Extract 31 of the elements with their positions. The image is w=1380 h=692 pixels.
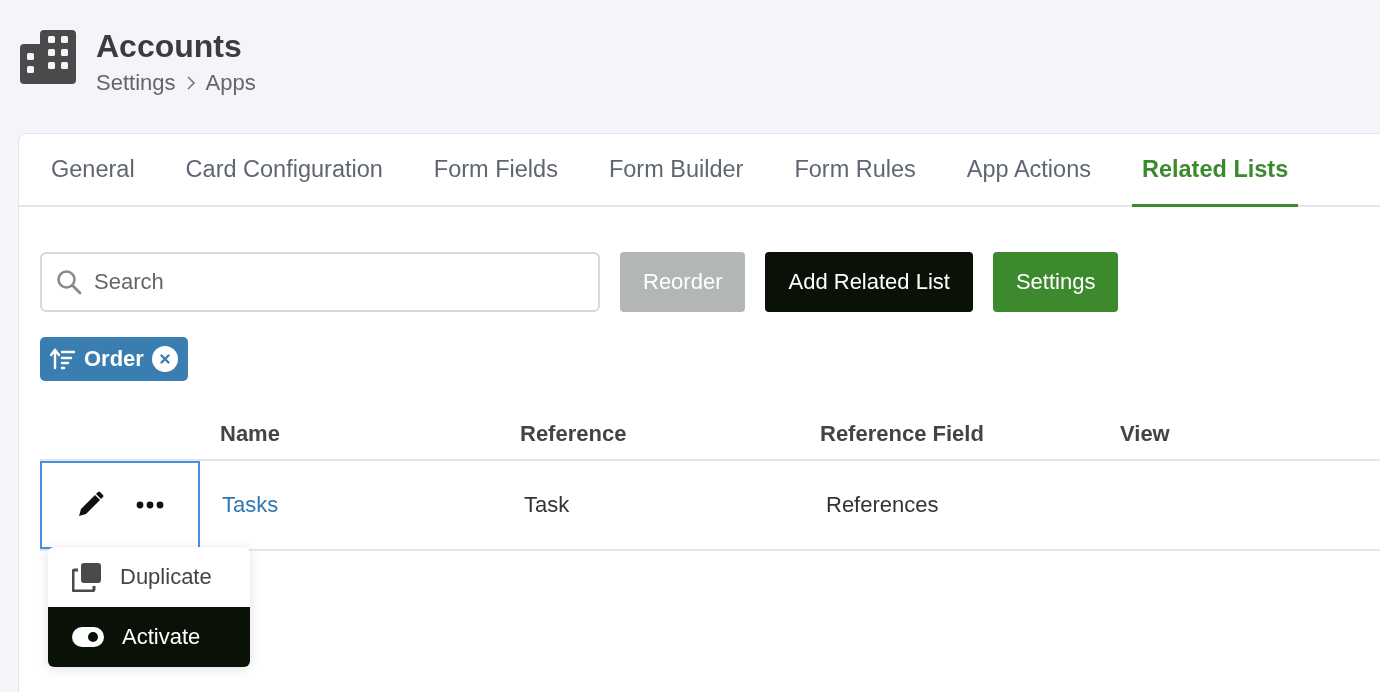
tab[interactable]: Form Builder — [598, 134, 754, 207]
column-header: Reference — [520, 421, 628, 447]
close-icon[interactable] — [151, 346, 178, 372]
menu-item[interactable]: Activate — [48, 607, 250, 667]
tab[interactable]: Form Fields — [423, 134, 568, 207]
table-cell-link[interactable]: Tasks — [220, 492, 522, 518]
sort-filter-chip[interactable]: Order — [40, 337, 188, 381]
toolbar-button[interactable]: Settings — [992, 252, 1119, 312]
toggle-icon — [72, 627, 104, 647]
search-field[interactable]: Search — [40, 252, 600, 312]
pencil-icon[interactable] — [76, 491, 104, 519]
chevron-right-icon — [185, 75, 196, 91]
building-icon — [20, 28, 76, 84]
column-header: View — [1120, 421, 1171, 447]
sort-icon — [50, 348, 76, 370]
tab[interactable]: Form Rules — [784, 134, 926, 207]
tab[interactable]: App Actions — [956, 134, 1101, 207]
tab[interactable]: General — [41, 134, 145, 207]
duplicate-icon — [72, 562, 102, 592]
page-title: Accounts — [96, 27, 243, 66]
menu-item[interactable]: Duplicate — [48, 547, 250, 607]
tab[interactable]: Related Lists — [1131, 134, 1299, 207]
column-header: Name — [220, 421, 281, 447]
table-cell-text: Task — [523, 492, 571, 518]
tab[interactable]: Card Configuration — [175, 134, 393, 207]
toolbar-button[interactable]: Add Related List — [765, 252, 973, 312]
column-header: Reference Field — [820, 421, 985, 447]
table-cell-text: References — [825, 492, 940, 518]
breadcrumb-item[interactable]: Settings — [96, 70, 176, 96]
more-icon[interactable] — [136, 501, 164, 509]
breadcrumb-item[interactable]: Apps — [205, 70, 256, 96]
